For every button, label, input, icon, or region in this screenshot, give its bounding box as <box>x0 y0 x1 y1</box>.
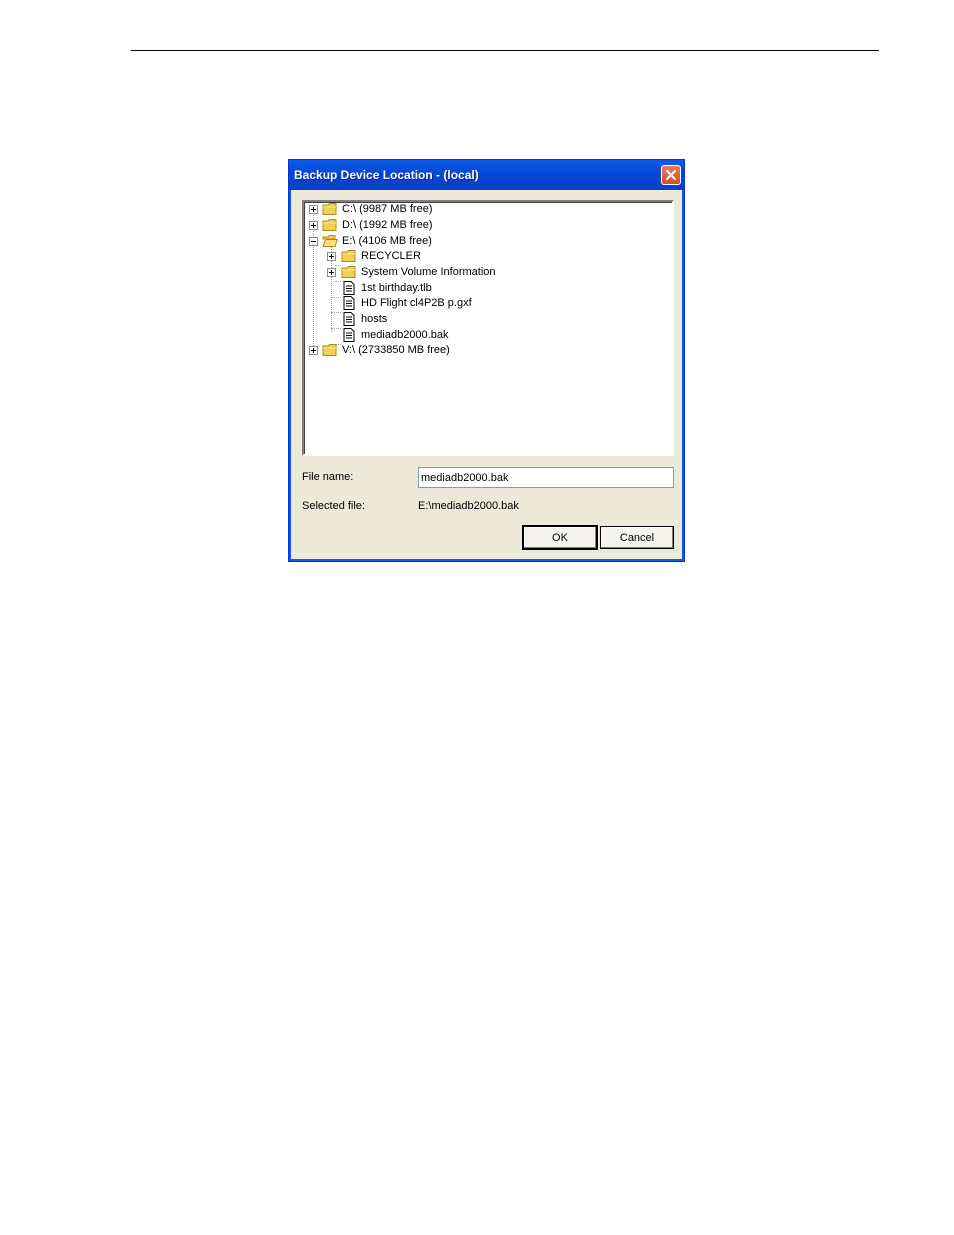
tree-item-file[interactable]: HD Flight cl4P2B p.gxf <box>361 296 472 310</box>
dialog-title: Backup Device Location - (local) <box>294 168 479 182</box>
tree-item-file[interactable]: mediadb2000.bak <box>361 328 448 342</box>
file-icon <box>343 328 355 342</box>
tree-connector <box>331 297 341 298</box>
file-icon <box>343 296 355 310</box>
close-button[interactable] <box>661 165 681 185</box>
folder-icon <box>341 250 356 262</box>
file-icon <box>343 281 355 295</box>
plus-icon <box>311 207 316 212</box>
expand-button[interactable] <box>327 268 336 277</box>
tree-item-v-drive[interactable]: V:\ (2733850 MB free) <box>342 343 450 357</box>
collapse-button[interactable] <box>309 237 318 246</box>
folder-icon <box>322 344 337 356</box>
tree-item-file[interactable]: hosts <box>361 312 387 326</box>
folder-icon <box>341 266 356 278</box>
tree-connector <box>331 312 341 313</box>
cancel-button[interactable]: Cancel <box>600 526 674 549</box>
plus-icon <box>311 223 316 228</box>
expand-button[interactable] <box>309 205 318 214</box>
file-icon <box>343 312 355 326</box>
minus-icon <box>311 241 316 242</box>
tree-item-e-drive[interactable]: E:\ (4106 MB free) <box>342 234 432 248</box>
selected-file-label: Selected file: <box>302 500 365 512</box>
tree-connector <box>335 281 341 282</box>
title-bar[interactable]: Backup Device Location - (local) <box>289 160 684 190</box>
plus-icon <box>329 254 334 259</box>
close-icon <box>666 170 676 180</box>
tree-connector <box>331 328 341 329</box>
folder-icon <box>322 203 337 215</box>
open-folder-icon <box>322 235 338 247</box>
folder-icon <box>322 219 337 231</box>
file-name-input[interactable] <box>418 467 674 488</box>
tree-item-d-drive[interactable]: D:\ (1992 MB free) <box>342 218 432 232</box>
file-name-label: File name: <box>302 471 354 483</box>
tree-item-system-volume-information[interactable]: System Volume Information <box>361 265 496 279</box>
tree-item-file[interactable]: 1st birthday.tlb <box>361 281 432 295</box>
expand-button[interactable] <box>309 221 318 230</box>
folder-tree[interactable]: C:\ (9987 MB free) D:\ (1992 MB free) E:… <box>302 200 674 456</box>
tree-item-recycler[interactable]: RECYCLER <box>361 249 421 263</box>
tree-item-c-drive[interactable]: C:\ (9987 MB free) <box>342 202 432 216</box>
expand-button[interactable] <box>309 346 318 355</box>
plus-icon <box>311 348 316 353</box>
selected-file-value: E:\mediadb2000.bak <box>418 500 519 512</box>
ok-button[interactable]: OK <box>522 525 598 550</box>
page-header-rule <box>131 50 879 51</box>
backup-device-location-dialog: Backup Device Location - (local) C:\ (99… <box>288 159 685 562</box>
plus-icon <box>329 270 334 275</box>
expand-button[interactable] <box>327 252 336 261</box>
